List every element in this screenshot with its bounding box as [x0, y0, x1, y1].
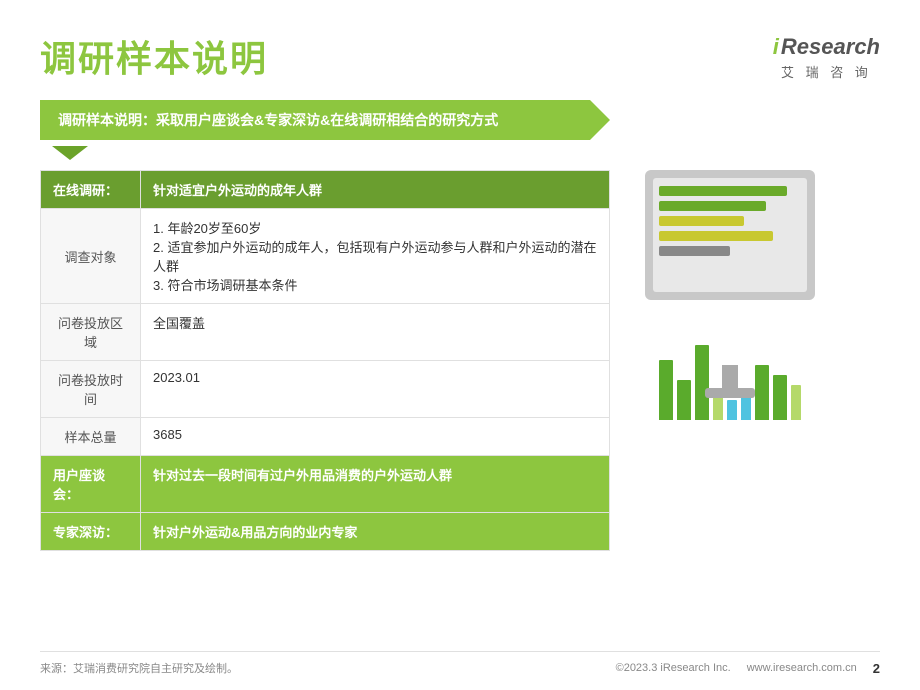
table-row: 样本总量3685 — [41, 418, 610, 456]
logo-area: i Research 艾 瑞 咨 询 — [773, 34, 880, 81]
footer-page: 2 — [873, 661, 880, 676]
screen-row — [659, 246, 730, 256]
screen-row — [659, 186, 787, 196]
table-row: 用户座谈会：针对过去一段时间有过户外用品消费的户外运动人群 — [41, 456, 610, 513]
banner-text: 调研样本说明：采取用户座谈会&专家深访&在线调研相结合的研究方式 — [58, 112, 498, 128]
logo-research: Research — [781, 34, 880, 60]
footer: 来源：艾瑞消费研究院自主研究及绘制。 ©2023.3 iResearch Inc… — [40, 651, 880, 676]
screen-row — [659, 231, 773, 241]
monitor-stand-base — [705, 388, 755, 398]
header: 调研样本说明 i Research 艾 瑞 咨 询 — [40, 30, 880, 82]
table-row: 调查对象1. 年龄20岁至60岁 2. 适宜参加户外运动的成年人，包括现有户外运… — [41, 209, 610, 304]
logo-iresearch: i Research — [773, 34, 880, 60]
table-row: 在线调研：针对适宜户外运动的成年人群 — [41, 171, 610, 209]
table-row: 问卷投放时间2023.01 — [41, 361, 610, 418]
logo-i: i — [773, 34, 779, 60]
footer-right: ©2023.3 iResearch Inc. www.iresearch.com… — [616, 661, 880, 676]
content-area: 在线调研：针对适宜户外运动的成年人群调查对象1. 年龄20岁至60岁 2. 适宜… — [40, 170, 880, 551]
city-bar — [773, 375, 787, 420]
city-bar — [677, 380, 691, 420]
city-bar — [741, 395, 751, 420]
page-title: 调研样本说明 — [40, 30, 268, 82]
table-row: 专家深访：针对户外运动&用品方向的业内专家 — [41, 513, 610, 551]
monitor-body — [645, 170, 815, 300]
page: 调研样本说明 i Research 艾 瑞 咨 询 调研样本说明：采取用户座谈会… — [0, 0, 920, 690]
footer-website: www.iresearch.com.cn — [747, 662, 857, 674]
info-table: 在线调研：针对适宜户外运动的成年人群调查对象1. 年龄20岁至60岁 2. 适宜… — [40, 170, 610, 551]
table-section: 在线调研：针对适宜户外运动的成年人群调查对象1. 年龄20岁至60岁 2. 适宜… — [40, 170, 610, 551]
logo-subtitle: 艾 瑞 咨 询 — [781, 62, 872, 81]
city-bar — [727, 400, 737, 420]
monitor-wrap — [580, 160, 880, 420]
city-bar — [695, 345, 709, 420]
city-bar — [755, 365, 769, 420]
footer-source: 来源：艾瑞消费研究院自主研究及绘制。 — [40, 660, 238, 676]
table-row: 问卷投放区域全国覆盖 — [41, 304, 610, 361]
illustration-section — [580, 160, 880, 440]
screen-row — [659, 216, 744, 226]
city-bar — [659, 360, 673, 420]
screen-row — [659, 201, 766, 211]
city-bar — [791, 385, 801, 420]
footer-copyright: ©2023.3 iResearch Inc. — [616, 662, 731, 674]
monitor-stand-neck — [722, 365, 738, 390]
monitor-screen — [653, 178, 807, 292]
banner: 调研样本说明：采取用户座谈会&专家深访&在线调研相结合的研究方式 — [40, 100, 610, 140]
banner-arrow — [52, 146, 88, 160]
